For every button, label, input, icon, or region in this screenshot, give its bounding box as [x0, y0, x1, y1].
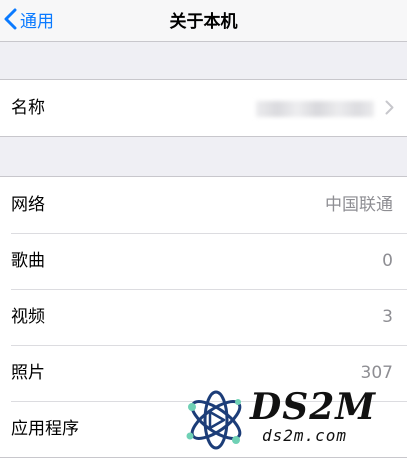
- page-title: 关于本机: [169, 12, 238, 32]
- network-value: 中国联通: [325, 195, 393, 215]
- name-row[interactable]: 名称: [0, 80, 407, 136]
- info-row-videos: 视频 3: [0, 289, 407, 345]
- songs-value: 0: [382, 251, 393, 271]
- info-row-network: 网络 中国联通: [0, 177, 407, 233]
- atom-logo-icon: [186, 390, 242, 450]
- chevron-right-icon: [385, 100, 394, 115]
- navigation-bar: 通用 关于本机: [0, 0, 407, 42]
- applications-label: 应用程序: [11, 419, 79, 439]
- info-row-songs: 歌曲 0: [0, 233, 407, 289]
- name-label: 名称: [11, 98, 45, 118]
- device-name-value-blurred: [256, 101, 374, 117]
- videos-value: 3: [382, 307, 393, 327]
- photos-label: 照片: [11, 363, 45, 383]
- watermark-site-text: ds2m.com: [262, 426, 348, 445]
- name-group: 名称: [0, 79, 407, 137]
- network-label: 网络: [11, 195, 45, 215]
- watermark: DS2M ds2m.com: [180, 382, 407, 456]
- songs-label: 歌曲: [11, 251, 45, 271]
- watermark-logo-text: DS2M: [250, 386, 377, 428]
- videos-label: 视频: [11, 307, 45, 327]
